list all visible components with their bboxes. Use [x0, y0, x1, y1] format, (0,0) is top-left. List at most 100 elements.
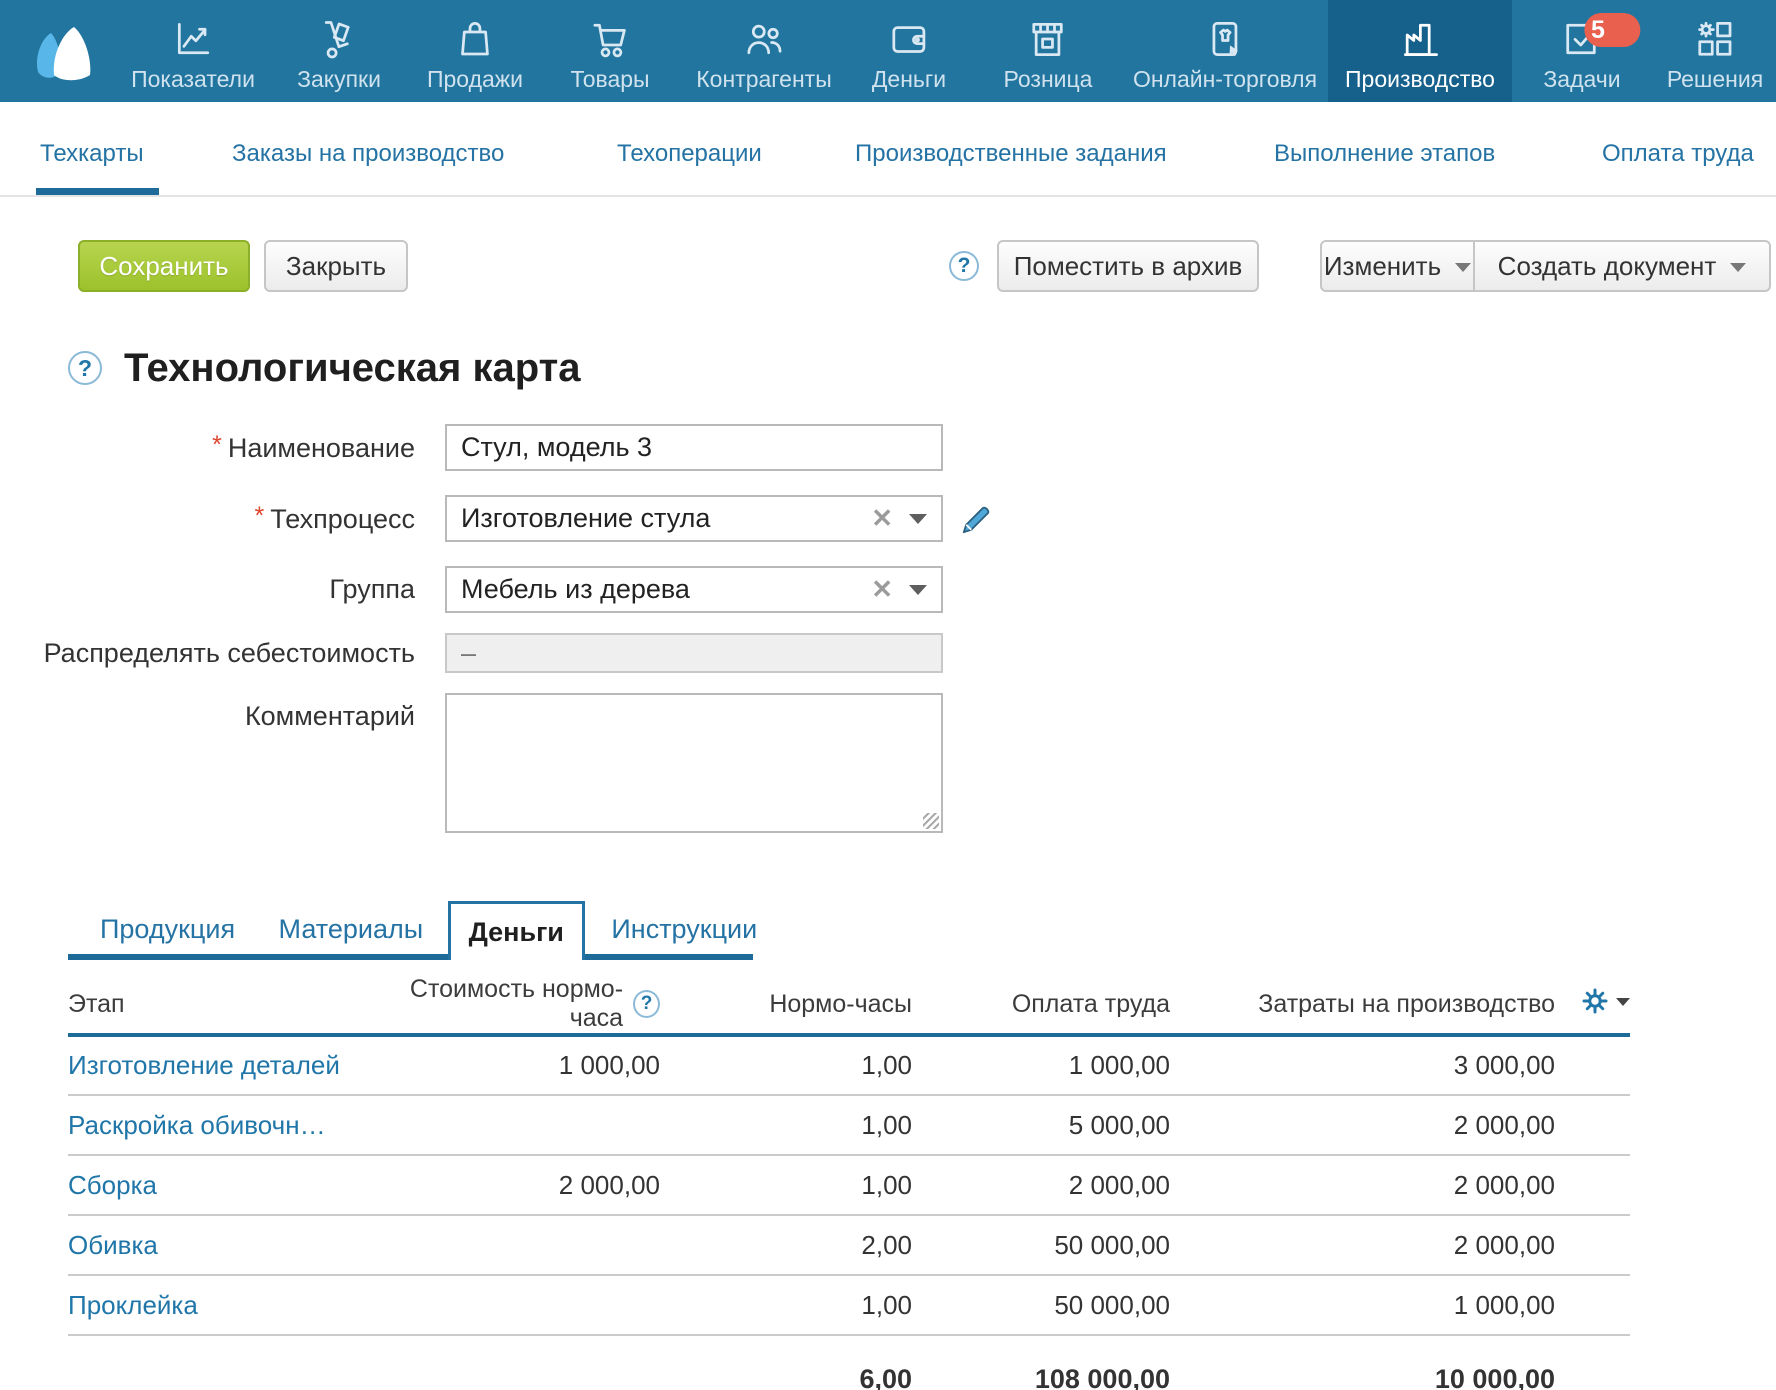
cost-distribution-label: Распределять себестоимость: [0, 638, 415, 669]
topnav-item-tovary[interactable]: Товары: [570, 0, 649, 102]
total-labor: 108 000,00: [912, 1335, 1170, 1390]
cart-icon: [588, 17, 632, 61]
name-label: *Наименование: [0, 431, 415, 464]
topnav-item-resheniya[interactable]: Решения: [1667, 0, 1763, 102]
handtruck-icon: [317, 17, 361, 61]
production-subnav: Техкарты Заказы на производство Техопера…: [0, 102, 1776, 197]
tab-materialy[interactable]: Материалы: [277, 901, 426, 960]
group-field-row: Группа Мебель из дерева ✕: [0, 566, 1776, 613]
col-hours: Нормо-часы: [660, 975, 912, 1035]
subnav-item-etapy[interactable]: Выполнение этапов: [1274, 140, 1495, 168]
topnav-label: Закупки: [297, 66, 381, 93]
save-button[interactable]: Сохранить: [78, 240, 250, 292]
chevron-down-icon[interactable]: [909, 514, 927, 524]
active-tab-underline: [36, 188, 159, 195]
topnav-item-proizvodstvo[interactable]: Производство: [1328, 0, 1512, 102]
rate-cell: [368, 1215, 660, 1275]
group-value: Мебель из дерева: [461, 574, 871, 605]
page-help-icon[interactable]: ?: [68, 351, 102, 385]
total-cost: 10 000,00: [1170, 1335, 1555, 1390]
rate-cell: [368, 1095, 660, 1155]
topnav-item-zakupki[interactable]: Закупки: [297, 0, 381, 102]
subnav-item-zakazy[interactable]: Заказы на производство: [232, 140, 504, 168]
create-doc-label: Создать документ: [1498, 251, 1717, 282]
rate-cell: 2 000,00: [368, 1155, 660, 1215]
topnav-item-online-torgovlya[interactable]: Онлайн-торговля: [1133, 0, 1317, 102]
resize-handle[interactable]: [923, 813, 939, 829]
table-settings-button[interactable]: [1580, 986, 1630, 1016]
topnav-label: Розница: [1004, 66, 1093, 93]
comment-textarea[interactable]: [445, 693, 943, 833]
gear-icon: [1580, 986, 1610, 1016]
name-input[interactable]: Стул, модель 3: [445, 424, 943, 471]
rate-cell: [368, 1275, 660, 1335]
topnav-item-pokazateli[interactable]: Показатели: [131, 0, 255, 102]
process-field-row: *Техпроцесс Изготовление стула ✕: [0, 495, 1776, 542]
people-icon: [742, 17, 786, 61]
topnav-label: Онлайн-торговля: [1133, 66, 1317, 93]
top-navigation-bar: Показатели Закупки Продажи Товары: [0, 0, 1776, 102]
topnav-item-dengi[interactable]: Деньги: [872, 0, 946, 102]
col-stage: Этап: [68, 975, 368, 1035]
clear-icon[interactable]: ✕: [871, 574, 893, 605]
cost-cell: 1 000,00: [1170, 1275, 1555, 1335]
required-asterisk: *: [255, 502, 265, 530]
name-value: Стул, модель 3: [461, 432, 927, 463]
stages-cost-table: Этап Стоимость нормо-часа ? Нормо-часы О…: [68, 975, 1630, 1390]
table-header-row: Этап Стоимость нормо-часа ? Нормо-часы О…: [68, 975, 1630, 1035]
stage-link[interactable]: Сборка: [68, 1170, 157, 1200]
create-document-dropdown-button[interactable]: Создать документ: [1473, 240, 1771, 292]
process-value: Изготовление стула: [461, 503, 871, 534]
tab-dengi[interactable]: Деньги: [448, 901, 585, 960]
topnav-label: Показатели: [131, 66, 255, 93]
stage-link[interactable]: Проклейка: [68, 1290, 198, 1320]
tab-produkciya[interactable]: Продукция: [98, 901, 237, 960]
table-row: Изготовление деталей 1 000,00 1,00 1 000…: [68, 1035, 1630, 1095]
subnav-item-oplata[interactable]: Оплата труда: [1602, 140, 1754, 168]
subnav-item-tehkarty[interactable]: Техкарты: [40, 140, 144, 168]
topnav-label: Производство: [1345, 66, 1495, 93]
labor-cell: 1 000,00: [912, 1035, 1170, 1095]
chart-icon: [171, 17, 215, 61]
subnav-item-zadaniya[interactable]: Производственные задания: [855, 140, 1167, 168]
name-field-row: *Наименование Стул, модель 3: [0, 424, 1776, 471]
topnav-item-zadachi[interactable]: 5 Задачи: [1543, 0, 1620, 102]
bag-icon: [453, 17, 497, 61]
close-button[interactable]: Закрыть: [264, 240, 408, 292]
archive-button[interactable]: Поместить в архив: [997, 240, 1259, 292]
topnav-item-prodazhi[interactable]: Продажи: [427, 0, 523, 102]
content-area: Сохранить Закрыть ? Поместить в архив Из…: [0, 240, 1776, 1390]
chevron-down-icon[interactable]: [909, 585, 927, 595]
clear-icon[interactable]: ✕: [871, 503, 893, 534]
edit-dropdown-button[interactable]: Изменить: [1320, 240, 1475, 292]
edit-pencil-icon[interactable]: [959, 501, 995, 537]
topnav-label: Задачи: [1543, 66, 1620, 93]
subnav-item-tehoperacii[interactable]: Техоперации: [617, 140, 762, 168]
store-icon: [1026, 17, 1070, 61]
title-bar: ? Технологическая карта: [68, 345, 1776, 391]
comment-label: Комментарий: [0, 693, 415, 732]
topnav-label: Продажи: [427, 66, 523, 93]
topnav-label: Решения: [1667, 66, 1763, 93]
comment-field-row: Комментарий: [0, 693, 1776, 833]
help-icon[interactable]: ?: [949, 251, 979, 281]
hours-cell: 1,00: [660, 1095, 912, 1155]
moysklad-logo[interactable]: [24, 14, 100, 88]
rate-help-icon[interactable]: ?: [633, 990, 660, 1018]
chevron-down-icon: [1730, 263, 1746, 272]
topnav-item-roznica[interactable]: Розница: [1004, 0, 1093, 102]
group-select[interactable]: Мебель из дерева ✕: [445, 566, 943, 613]
stage-link[interactable]: Раскройка обивочн…: [68, 1110, 326, 1140]
labor-cell: 50 000,00: [912, 1215, 1170, 1275]
stage-link[interactable]: Обивка: [68, 1230, 158, 1260]
required-asterisk: *: [212, 431, 222, 459]
process-select[interactable]: Изготовление стула ✕: [445, 495, 943, 542]
topnav-label: Деньги: [872, 66, 946, 93]
stage-link[interactable]: Изготовление деталей: [68, 1050, 340, 1080]
labor-cell: 2 000,00: [912, 1155, 1170, 1215]
tab-instrukcii[interactable]: Инструкции: [609, 901, 759, 960]
topnav-item-kontragenty[interactable]: Контрагенты: [696, 0, 831, 102]
hours-cell: 1,00: [660, 1275, 912, 1335]
factory-icon: [1398, 17, 1442, 61]
wallet-icon: [887, 17, 931, 61]
